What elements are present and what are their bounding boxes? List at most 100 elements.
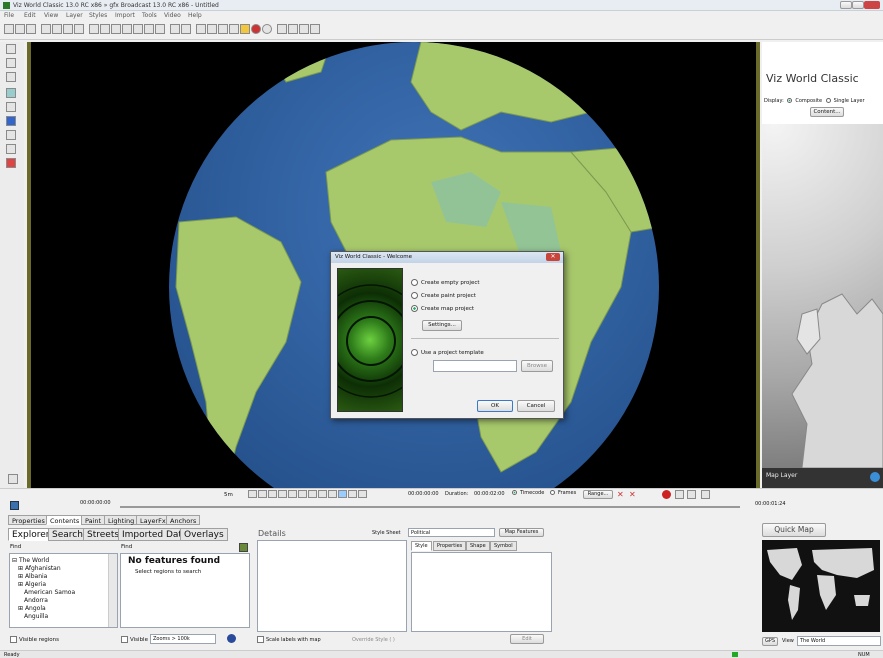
filter-icon[interactable] xyxy=(133,24,143,34)
step-forward-icon[interactable] xyxy=(298,490,307,498)
quick-map-button[interactable]: Quick Map xyxy=(762,523,826,537)
stop-icon[interactable] xyxy=(288,490,297,498)
route-icon[interactable] xyxy=(170,24,180,34)
tree-item[interactable]: Anguilla xyxy=(12,613,115,621)
timecode-option[interactable]: Timecode xyxy=(512,490,544,496)
text-icon[interactable] xyxy=(144,24,154,34)
stop-icon[interactable] xyxy=(262,24,272,34)
pencil-icon[interactable] xyxy=(155,24,165,34)
frames-radio[interactable] xyxy=(550,490,555,495)
view-select[interactable]: The World xyxy=(797,636,881,646)
pause-icon[interactable] xyxy=(278,490,287,498)
quick-map-thumbnail[interactable] xyxy=(762,540,880,632)
flag-icon[interactable] xyxy=(207,24,217,34)
gps-button[interactable]: GPS xyxy=(762,637,778,646)
tab-overlays[interactable]: Overlays xyxy=(180,528,228,541)
export-video-icon[interactable] xyxy=(687,490,696,499)
content-button[interactable]: Content... xyxy=(810,107,844,117)
maximize-button[interactable] xyxy=(852,1,864,9)
tab-layerfx[interactable]: LayerFx xyxy=(136,515,170,525)
template-radio[interactable] xyxy=(411,349,418,356)
tab-contents[interactable]: Contents xyxy=(46,515,84,525)
remove-all-icon[interactable]: ✕ xyxy=(629,490,638,499)
option-paint[interactable]: Create paint project xyxy=(411,292,476,299)
key3-icon[interactable] xyxy=(358,490,367,498)
subtab-symbol[interactable]: Symbol xyxy=(490,541,517,551)
pan-icon[interactable] xyxy=(6,72,16,82)
menu-layer[interactable]: Layer xyxy=(66,12,83,19)
map-radio[interactable] xyxy=(411,305,418,312)
move-icon[interactable] xyxy=(6,44,16,54)
open-icon[interactable] xyxy=(15,24,25,34)
point-icon[interactable] xyxy=(6,116,16,126)
export-icon[interactable] xyxy=(299,24,309,34)
timeline-toggle-icon[interactable] xyxy=(10,501,19,510)
key-icon[interactable] xyxy=(338,490,347,498)
tab-paint[interactable]: Paint xyxy=(81,515,106,525)
save-icon[interactable] xyxy=(26,24,36,34)
tree-scrollbar[interactable] xyxy=(108,554,117,627)
table-icon[interactable] xyxy=(111,24,121,34)
menu-help[interactable]: Help xyxy=(188,12,202,19)
paint-radio[interactable] xyxy=(411,292,418,299)
path-icon[interactable] xyxy=(6,130,16,140)
single-layer-radio[interactable] xyxy=(825,98,831,103)
zoom-select[interactable]: Zooms > 100k xyxy=(150,634,216,644)
tab-search[interactable]: Search xyxy=(48,528,87,541)
subtab-properties[interactable]: Properties xyxy=(433,541,467,551)
go-end-icon[interactable] xyxy=(308,490,317,498)
sun-icon[interactable] xyxy=(240,24,250,34)
edit-button[interactable]: Edit xyxy=(510,634,544,644)
remove-key-icon[interactable]: ✕ xyxy=(617,490,626,499)
tree-item[interactable]: ⊞ Albania xyxy=(12,573,115,581)
globe-icon[interactable] xyxy=(181,24,191,34)
record-key-icon[interactable] xyxy=(662,490,671,499)
range-button[interactable]: Range... xyxy=(583,490,613,499)
scale-labels-checkbox[interactable] xyxy=(257,636,264,643)
play-icon[interactable] xyxy=(268,490,277,498)
zoom-globe-icon[interactable] xyxy=(227,634,236,643)
layer-icon[interactable] xyxy=(89,24,99,34)
subtab-shape[interactable]: Shape xyxy=(466,541,490,551)
tree-item[interactable]: American Samoa xyxy=(12,589,115,597)
region-tree[interactable]: ⊟ The World ⊞ Afghanistan ⊞ Albania ⊞ Al… xyxy=(9,553,118,628)
pin-icon[interactable] xyxy=(8,474,18,484)
tree-item[interactable]: Andorra xyxy=(12,597,115,605)
tab-properties[interactable]: Properties xyxy=(8,515,49,525)
find-go-icon[interactable] xyxy=(239,543,248,552)
tree-item[interactable]: ⊞ Angola xyxy=(12,605,115,613)
grid-icon[interactable] xyxy=(100,24,110,34)
tab-lighting[interactable]: Lighting xyxy=(104,515,139,525)
template-path-field[interactable] xyxy=(433,360,517,372)
dialog-close-button[interactable]: ✕ xyxy=(546,253,560,261)
cut-icon[interactable] xyxy=(41,24,51,34)
settings-button[interactable]: Settings... xyxy=(422,320,462,331)
menu-tools[interactable]: Tools xyxy=(142,12,157,19)
browse-button[interactable]: Browse xyxy=(521,360,553,372)
map-features-button[interactable]: Map Features xyxy=(499,528,544,537)
chart-icon[interactable] xyxy=(6,158,16,168)
menu-view[interactable]: View xyxy=(44,12,58,19)
menu-styles[interactable]: Styles xyxy=(89,12,107,19)
visible-checkbox[interactable] xyxy=(121,636,128,643)
tree-item[interactable]: ⊞ Afghanistan xyxy=(12,565,115,573)
close-button[interactable] xyxy=(864,1,880,9)
split-icon[interactable] xyxy=(229,24,239,34)
rect-icon[interactable] xyxy=(6,102,16,112)
timecode-radio[interactable] xyxy=(512,490,517,495)
menu-video[interactable]: Video xyxy=(164,12,181,19)
tree-item[interactable]: ⊞ Algeria xyxy=(12,581,115,589)
menu-import[interactable]: Import xyxy=(115,12,135,19)
scale-labels-option[interactable]: Scale labels with map xyxy=(257,636,321,643)
loop-icon[interactable] xyxy=(318,490,327,498)
tab-anchors[interactable]: Anchors xyxy=(166,515,201,525)
bounce-icon[interactable] xyxy=(328,490,337,498)
graph-icon[interactable] xyxy=(310,24,320,34)
cancel-button[interactable]: Cancel xyxy=(517,400,555,412)
visible-option[interactable]: Visible xyxy=(121,636,148,643)
check-icon[interactable] xyxy=(196,24,206,34)
new-icon[interactable] xyxy=(4,24,14,34)
camera-icon[interactable] xyxy=(277,24,287,34)
compare-icon[interactable] xyxy=(218,24,228,34)
option-template[interactable]: Use a project template xyxy=(411,349,484,356)
